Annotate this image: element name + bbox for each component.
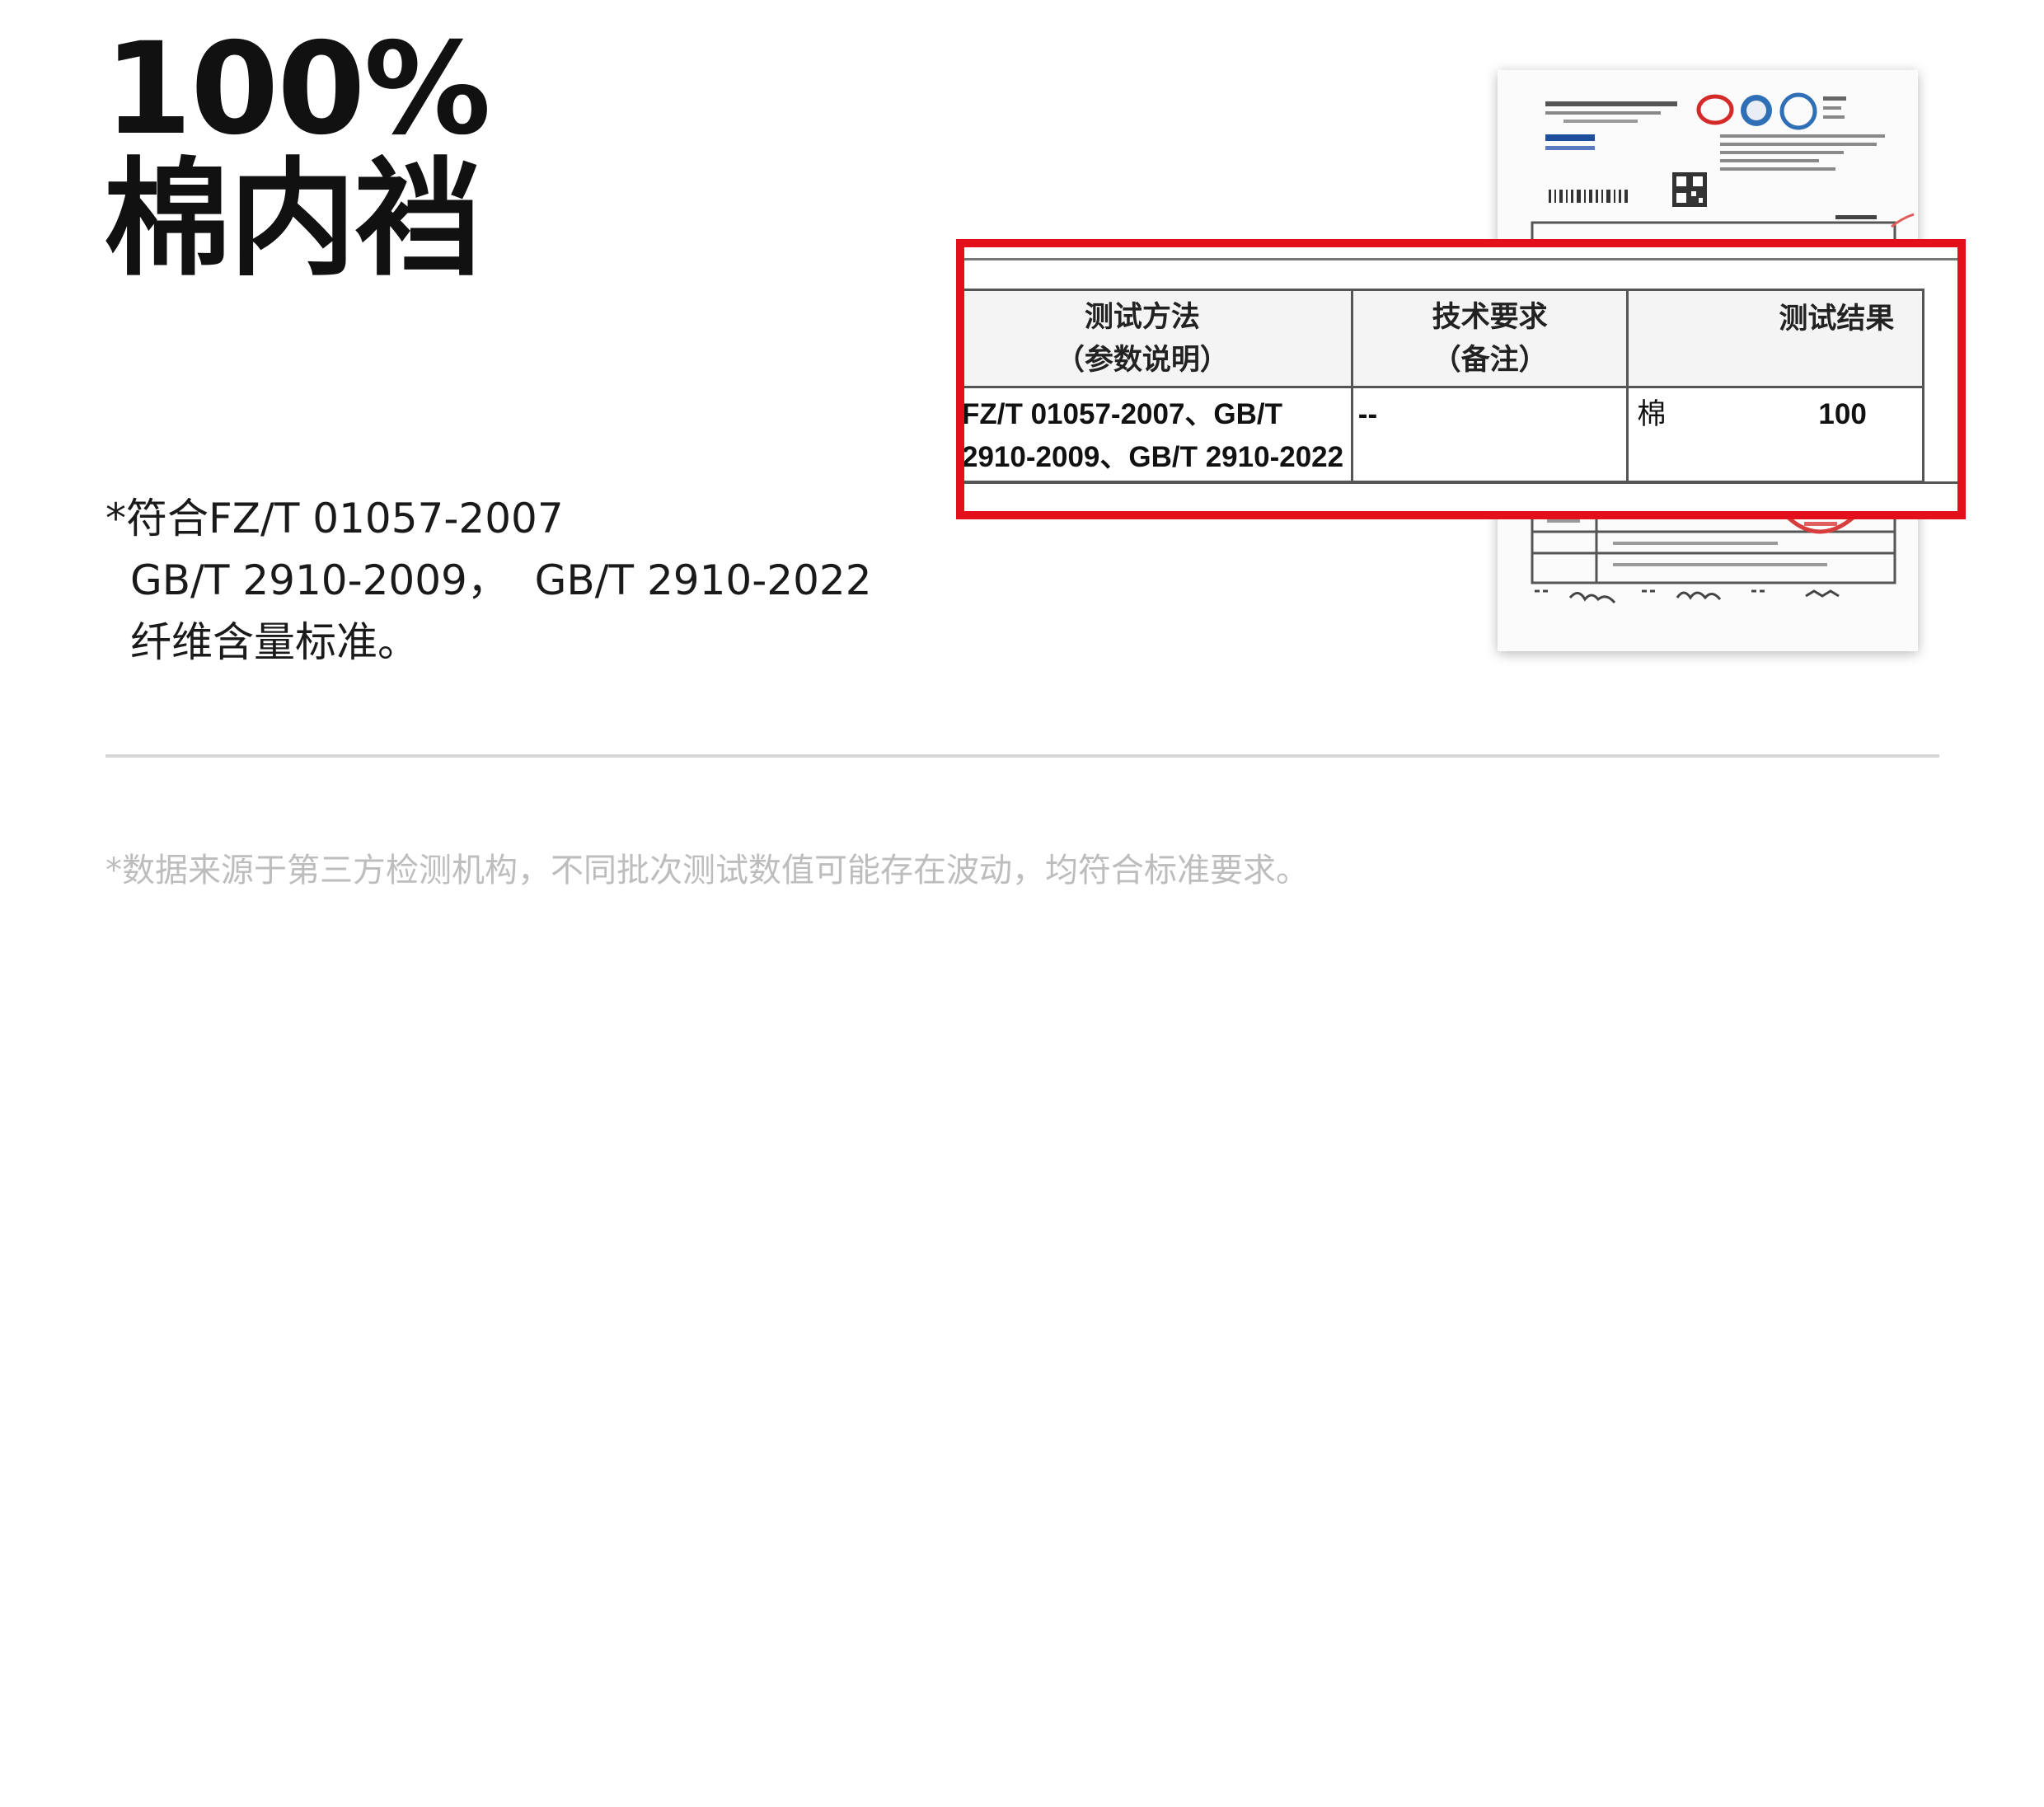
barcode-image — [1549, 190, 1628, 203]
cell-result: 棉 100 — [1626, 386, 1924, 483]
callout-bottom-rule — [964, 481, 1957, 484]
report-table: 测试方法 （参数说明） 技术要求 （备注） 测试结果 FZ/T 01057-20… — [964, 289, 1924, 483]
headline-percent: 100% — [104, 16, 491, 163]
header-test-result: 测试结果 — [1626, 289, 1924, 388]
certification-logos-image — [1696, 92, 1846, 130]
divider — [105, 754, 1939, 758]
standards-line-1: *符合FZ/T 01057-2007 — [105, 495, 564, 542]
standards-line-3: 纤维含量标准。 — [130, 618, 419, 666]
table-row: FZ/T 01057-2007、GB/T 2910-2009、GB/T 2910… — [964, 386, 1924, 483]
header-technical-requirement: 技术要求 （备注） — [1350, 289, 1629, 388]
standards-line-2: GB/T 2910-2009， GB/T 2910-2022 — [130, 556, 872, 604]
signatures-image — [1535, 589, 1840, 603]
cell-test-method: FZ/T 01057-2007、GB/T 2910-2009、GB/T 2910… — [964, 386, 1353, 483]
qr-code-image — [1672, 172, 1707, 207]
report-table-callout: 测试方法 （参数说明） 技术要求 （备注） 测试结果 FZ/T 01057-20… — [956, 239, 1966, 519]
header-test-method: 测试方法 （参数说明） — [964, 289, 1353, 388]
cell-requirement: -- — [1350, 386, 1629, 483]
headline: 100% 棉内裆 — [104, 16, 491, 293]
data-source-footnote: *数据来源于第三方检测机构，不同批次测试数值可能存在波动，均符合标准要求。 — [105, 852, 1309, 889]
headline-product: 棉内裆 — [104, 146, 481, 293]
result-fiber: 棉 — [1637, 398, 1667, 431]
result-value: 100 — [1818, 398, 1867, 430]
standards-note: *符合FZ/T 01057-2007 GB/T 2910-2009， GB/T … — [105, 488, 872, 674]
callout-top-rule — [964, 258, 1957, 260]
